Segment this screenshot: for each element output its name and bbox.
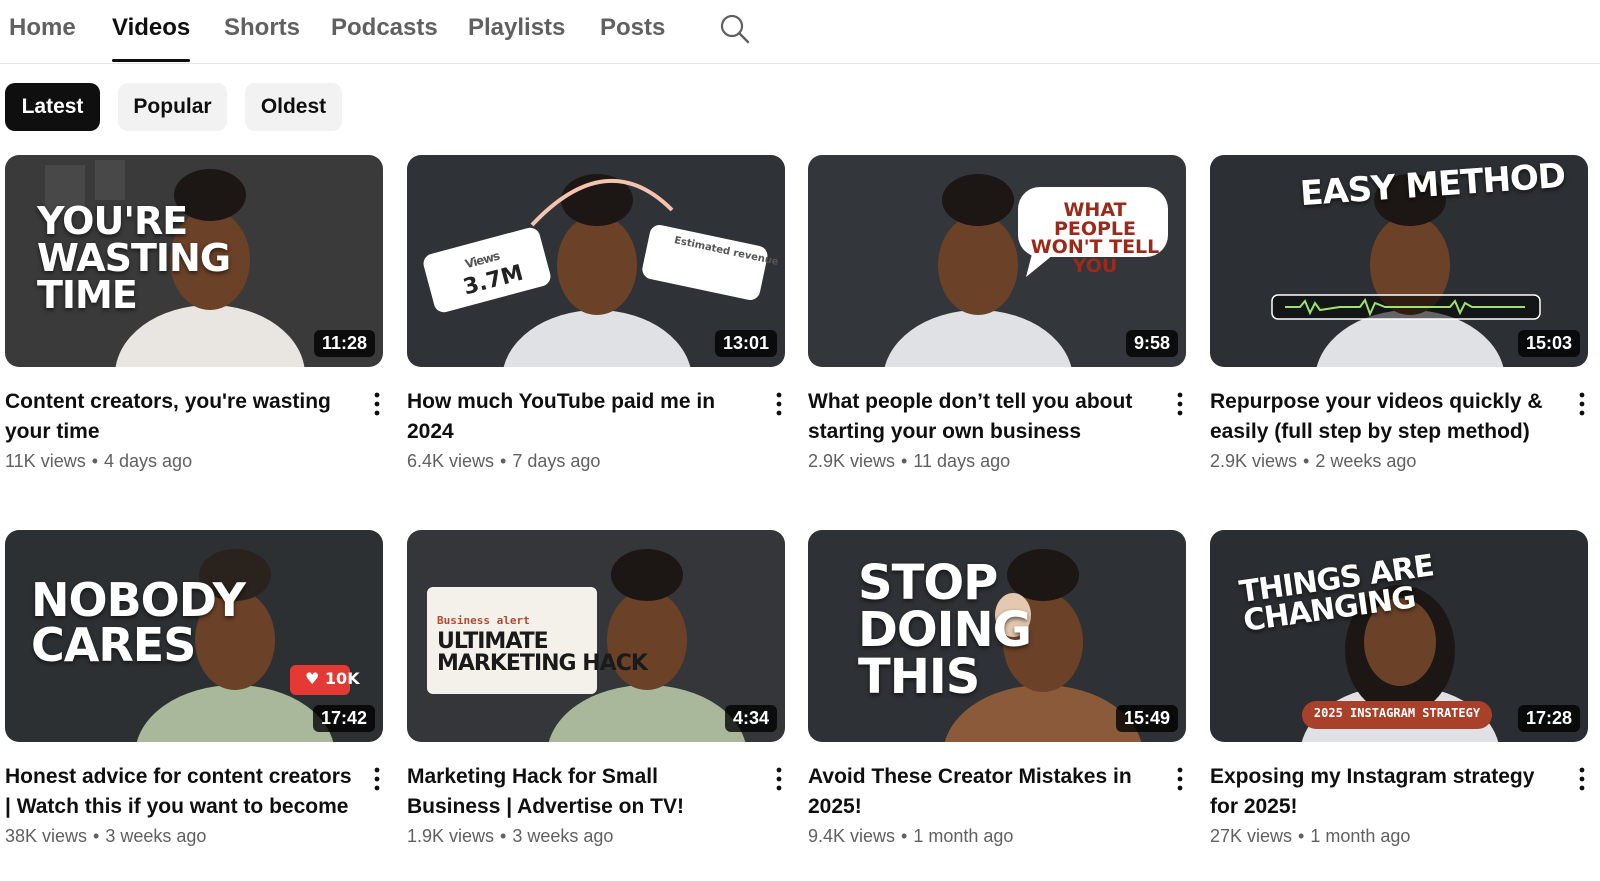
search-button[interactable] <box>718 12 752 46</box>
chip-latest[interactable]: Latest <box>5 83 100 131</box>
thumbnail-badge: 2025 INSTAGRAM STRATEGY <box>1313 706 1481 720</box>
video-meta: 38K views • 3 weeks ago <box>5 826 207 846</box>
video-card: THINGS ARE CHANGING 2025 INSTAGRAM STRAT… <box>1210 530 1600 870</box>
video-menu-button[interactable] <box>767 762 791 796</box>
thumbnail-text: WHAT PEOPLE WON'T TELL YOU <box>1030 199 1160 277</box>
thumbnail-text: STOP DOING THIS <box>858 555 1032 706</box>
video-card: Business alert ULTIMATE MARKETING HACK 4… <box>407 530 807 870</box>
video-title[interactable]: Repurpose your videos quickly & easily (… <box>1210 387 1560 447</box>
duration-badge: 15:03 <box>1517 330 1580 357</box>
duration-badge: 15:49 <box>1115 705 1178 732</box>
video-card: STOP DOING THIS 15:49 Avoid These Creato… <box>808 530 1208 870</box>
video-card: WHAT PEOPLE WON'T TELL YOU 9:58 What peo… <box>808 155 1208 495</box>
channel-tabs: Home Videos Shorts Podcasts Playlists Po… <box>0 0 1600 64</box>
video-meta: 9.4K views • 1 month ago <box>808 826 1014 846</box>
more-vert-icon <box>776 767 782 791</box>
video-meta: 2.9K views • 2 weeks ago <box>1210 451 1417 471</box>
thumbnail-text: NOBODY CARES <box>31 573 246 673</box>
video-meta: 11K views • 4 days ago <box>5 451 193 471</box>
tab-home[interactable]: Home <box>9 0 76 62</box>
duration-badge: 4:34 <box>724 705 777 732</box>
thumbnail-badge: ♥ 10K <box>305 669 360 688</box>
more-vert-icon <box>776 392 782 416</box>
tab-shorts[interactable]: Shorts <box>224 0 300 62</box>
video-title[interactable]: Marketing Hack for Small Business | Adve… <box>407 762 757 822</box>
video-menu-button[interactable] <box>1570 387 1594 421</box>
thumbnail-text: ULTIMATE MARKETING HACK <box>437 629 648 676</box>
more-vert-icon <box>1579 392 1585 416</box>
video-thumbnail[interactable]: THINGS ARE CHANGING 2025 INSTAGRAM STRAT… <box>1210 530 1588 742</box>
duration-badge: 17:42 <box>312 705 375 732</box>
video-menu-button[interactable] <box>365 762 389 796</box>
video-title[interactable]: How much YouTube paid me in 2024 <box>407 387 757 447</box>
video-title[interactable]: Content creators, you're wasting your ti… <box>5 387 355 447</box>
more-vert-icon <box>1177 767 1183 791</box>
search-icon <box>720 14 750 44</box>
video-card: YOU'RE WASTING TIME 11:28 Content creato… <box>5 155 405 495</box>
tab-playlists[interactable]: Playlists <box>468 0 565 62</box>
video-title[interactable]: Exposing my Instagram strategy for 2025! <box>1210 762 1560 822</box>
video-card: NOBODY CARES ♥ 10K 17:42 Honest advice f… <box>5 530 405 870</box>
tab-videos[interactable]: Videos <box>112 0 191 62</box>
tab-posts[interactable]: Posts <box>600 0 665 62</box>
video-thumbnail[interactable]: WHAT PEOPLE WON'T TELL YOU 9:58 <box>808 155 1186 367</box>
more-vert-icon <box>374 767 380 791</box>
video-thumbnail[interactable]: YOU'RE WASTING TIME 11:28 <box>5 155 383 367</box>
video-meta: 2.9K views • 11 days ago <box>808 451 1011 471</box>
duration-badge: 11:28 <box>313 330 375 357</box>
video-thumbnail[interactable]: EASY METHOD 15:03 <box>1210 155 1588 367</box>
duration-badge: 9:58 <box>1125 330 1178 357</box>
more-vert-icon <box>374 392 380 416</box>
duration-badge: 17:28 <box>1517 705 1580 732</box>
more-vert-icon <box>1177 392 1183 416</box>
video-thumbnail[interactable]: Business alert ULTIMATE MARKETING HACK 4… <box>407 530 785 742</box>
video-title[interactable]: What people don’t tell you about startin… <box>808 387 1158 447</box>
more-vert-icon <box>1579 767 1585 791</box>
video-thumbnail[interactable]: STOP DOING THIS 15:49 <box>808 530 1186 742</box>
video-menu-button[interactable] <box>365 387 389 421</box>
video-thumbnail[interactable]: Views 3.7M Estimated revenue 13:01 <box>407 155 785 367</box>
chip-oldest[interactable]: Oldest <box>245 83 342 131</box>
video-title[interactable]: Avoid These Creator Mistakes in 2025! <box>808 762 1158 822</box>
video-meta: 6.4K views • 7 days ago <box>407 451 601 471</box>
chip-popular[interactable]: Popular <box>118 83 227 131</box>
duration-badge: 13:01 <box>714 330 777 357</box>
video-card: EASY METHOD 15:03 Repurpose your videos … <box>1210 155 1600 495</box>
video-meta: 27K views • 1 month ago <box>1210 826 1411 846</box>
video-card: Views 3.7M Estimated revenue 13:01 How m… <box>407 155 807 495</box>
video-title[interactable]: Honest advice for content creators | Wat… <box>5 762 355 822</box>
thumbnail-text: YOU'RE WASTING TIME <box>37 199 231 318</box>
tab-podcasts[interactable]: Podcasts <box>331 0 438 62</box>
thumbnail-card-label: Business alert <box>437 614 530 627</box>
video-menu-button[interactable] <box>1168 387 1192 421</box>
video-menu-button[interactable] <box>1168 762 1192 796</box>
video-menu-button[interactable] <box>1570 762 1594 796</box>
video-menu-button[interactable] <box>767 387 791 421</box>
video-thumbnail[interactable]: NOBODY CARES ♥ 10K 17:42 <box>5 530 383 742</box>
video-meta: 1.9K views • 3 weeks ago <box>407 826 614 846</box>
